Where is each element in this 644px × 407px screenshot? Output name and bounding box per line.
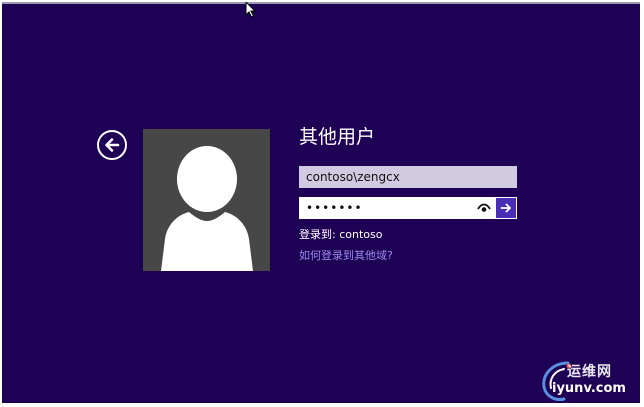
arrow-right-icon bbox=[500, 203, 511, 213]
user-title: 其他用户 bbox=[299, 126, 376, 148]
password-field[interactable] bbox=[300, 198, 482, 218]
back-arrow-icon bbox=[105, 138, 120, 152]
watermark-en-text: iyunv.com bbox=[552, 381, 626, 396]
other-domain-link[interactable]: 如何登录到其他域? bbox=[299, 248, 393, 264]
top-strip bbox=[2, 2, 640, 4]
submit-button[interactable] bbox=[496, 198, 516, 218]
reveal-password-button[interactable] bbox=[475, 199, 493, 217]
username-field[interactable] bbox=[299, 166, 517, 188]
mouse-cursor-icon bbox=[245, 2, 257, 18]
password-field-wrapper bbox=[299, 197, 517, 219]
eye-icon bbox=[477, 203, 491, 212]
avatar bbox=[143, 129, 270, 271]
user-silhouette-icon bbox=[161, 146, 253, 271]
watermark: 运维网 iyunv.com bbox=[538, 357, 640, 403]
back-button[interactable] bbox=[97, 130, 127, 160]
watermark-cn-text: 运维网 bbox=[567, 364, 612, 380]
lock-screen: 其他用户 登录到: contoso 如何登录到其他域? 运维网 iyunv.co… bbox=[2, 2, 640, 403]
signin-domain-text: 登录到: contoso bbox=[299, 228, 383, 241]
